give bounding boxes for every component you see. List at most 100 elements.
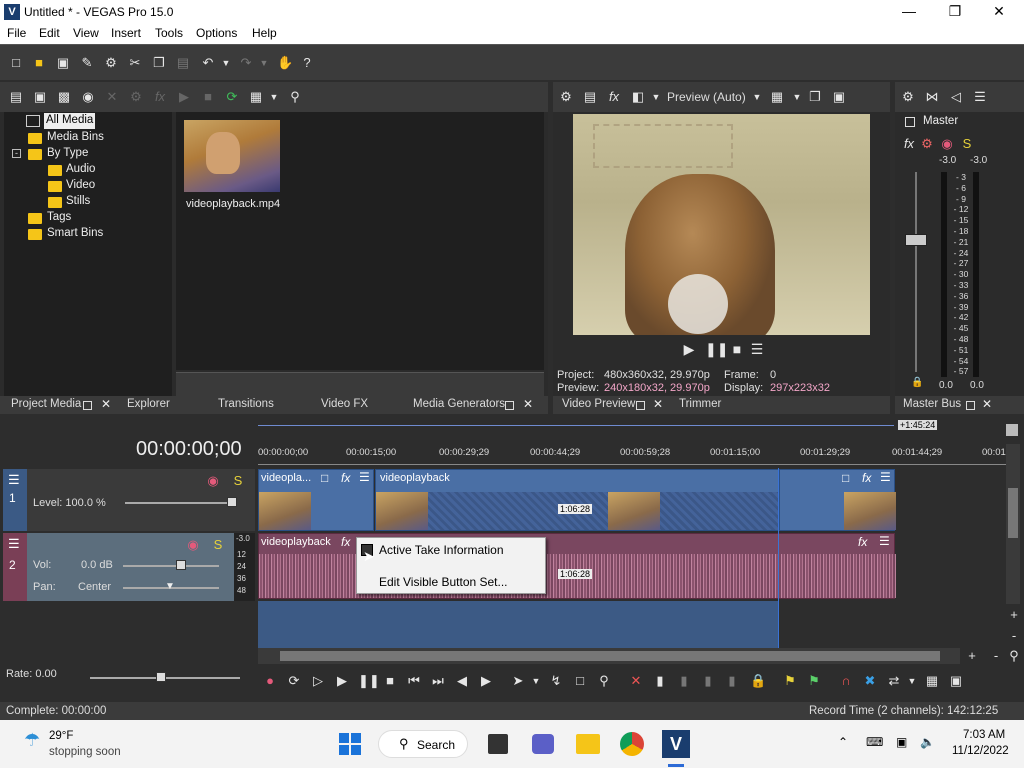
volume-icon[interactable]: 🔈 bbox=[920, 735, 935, 749]
undock-icon[interactable] bbox=[505, 401, 514, 410]
tree-item-tags[interactable]: Tags bbox=[47, 211, 71, 223]
solo-icon[interactable]: S bbox=[210, 537, 226, 553]
media-fx-icon[interactable]: fx bbox=[152, 89, 168, 105]
pause-icon[interactable]: ❚❚ bbox=[705, 341, 728, 357]
track-menu-icon[interactable]: ☰ bbox=[8, 536, 20, 552]
rate-slider-knob[interactable] bbox=[156, 672, 166, 682]
master-fx-chain-icon[interactable]: ⚙ bbox=[919, 136, 935, 152]
scroll-thumb[interactable] bbox=[280, 651, 940, 661]
menu-icon[interactable]: ☰ bbox=[749, 341, 765, 357]
go-to-end-icon[interactable]: ⏭ bbox=[430, 673, 446, 689]
play-icon[interactable]: ▶ bbox=[334, 673, 350, 689]
maximize-button[interactable]: ❐ bbox=[932, 0, 978, 24]
go-to-start-icon[interactable]: ⏮ bbox=[406, 673, 422, 689]
split-screen-icon[interactable]: ◧ bbox=[630, 89, 646, 105]
paste-icon[interactable]: ▤ bbox=[175, 55, 191, 71]
start-windows-icon[interactable] bbox=[339, 733, 361, 755]
time-ruler[interactable]: 00:00:00;00 00:00:15;00 00:00:29;29 00:0… bbox=[258, 444, 1008, 468]
tab-media-generators[interactable]: Media Generators bbox=[413, 398, 505, 410]
track-menu-icon[interactable]: ☰ bbox=[8, 472, 20, 488]
mute-icon[interactable]: ◉ bbox=[185, 537, 201, 553]
marker-icon[interactable] bbox=[1006, 424, 1018, 436]
tree-item-by-type[interactable]: By Type bbox=[47, 147, 88, 159]
pan-slider-knob[interactable]: ▼ bbox=[165, 581, 175, 592]
close-tab-icon[interactable]: ✕ bbox=[523, 397, 533, 411]
save-snapshot-icon[interactable]: ▣ bbox=[831, 89, 847, 105]
edit-tool-dropdown-icon[interactable]: ▼ bbox=[528, 673, 544, 689]
task-view-icon[interactable] bbox=[488, 734, 508, 754]
chrome-icon[interactable] bbox=[620, 732, 644, 756]
fader-lock-icon[interactable]: 🔒 bbox=[911, 377, 923, 388]
tree-item-media-bins[interactable]: Media Bins bbox=[47, 131, 104, 143]
media-list-scrollbar[interactable] bbox=[176, 372, 544, 396]
mute-icon[interactable]: ◉ bbox=[205, 473, 221, 489]
stop-preview-icon[interactable]: ■ bbox=[200, 89, 216, 105]
tab-master-bus[interactable]: Master Bus bbox=[903, 398, 961, 410]
master-properties-gear-icon[interactable]: ⚙ bbox=[900, 89, 916, 105]
master-fader-track[interactable] bbox=[915, 172, 917, 372]
new-project-icon[interactable]: □ bbox=[8, 55, 24, 71]
properties-gear-icon[interactable]: ⚙ bbox=[103, 55, 119, 71]
network-icon[interactable]: ▣ bbox=[896, 735, 907, 749]
copy-snapshot-icon[interactable]: ❐ bbox=[807, 89, 823, 105]
weather-text[interactable]: stopping soon bbox=[49, 746, 121, 758]
close-button[interactable]: ✕ bbox=[976, 0, 1022, 24]
clip-menu-icon[interactable]: ☰ bbox=[880, 470, 891, 484]
split-icon[interactable]: ▮ bbox=[724, 673, 740, 689]
redo-icon[interactable]: ↷ bbox=[238, 55, 254, 71]
search-media-icon[interactable]: ⚲ bbox=[287, 89, 303, 105]
vegas-taskbar-icon[interactable]: V bbox=[662, 730, 690, 758]
save-as-icon[interactable]: ✎ bbox=[79, 55, 95, 71]
master-fx-icon[interactable]: fx bbox=[901, 136, 917, 152]
tree-item-video[interactable]: Video bbox=[66, 179, 95, 191]
close-tab-icon[interactable]: ✕ bbox=[653, 397, 663, 411]
auto-ripple-icon[interactable]: ⇄ bbox=[886, 673, 902, 689]
redo-dropdown-icon[interactable]: ▼ bbox=[256, 55, 272, 71]
menu-item-edit-visible-button-set[interactable]: Edit Visible Button Set... bbox=[379, 575, 508, 589]
menu-edit[interactable]: Edit bbox=[39, 26, 60, 40]
previous-frame-icon[interactable]: ◀ bbox=[454, 673, 470, 689]
normal-edit-tool-icon[interactable]: ➤ bbox=[510, 673, 526, 689]
web-media-icon[interactable]: ◉ bbox=[80, 89, 96, 105]
clock-date[interactable]: 11/12/2022 bbox=[952, 745, 1009, 757]
selection-tool-icon[interactable]: □ bbox=[572, 673, 588, 689]
undock-icon[interactable] bbox=[636, 401, 645, 410]
zoom-tool-icon[interactable]: ⚲ bbox=[1006, 648, 1022, 664]
remove-media-icon[interactable]: ✕ bbox=[104, 89, 120, 105]
zoom-out-horizontal-icon[interactable]: - bbox=[988, 648, 1004, 664]
pause-icon[interactable]: ❚❚ bbox=[358, 673, 380, 689]
envelope-tool-icon[interactable]: ↯ bbox=[548, 673, 564, 689]
tree-item-smart-bins[interactable]: Smart Bins bbox=[47, 227, 103, 239]
video-clip[interactable]: □ fx ☰ bbox=[779, 469, 896, 531]
tab-transitions[interactable]: Transitions bbox=[218, 398, 274, 410]
lock-icon[interactable]: 🔒 bbox=[750, 673, 766, 689]
menu-tools[interactable]: Tools bbox=[155, 26, 183, 40]
copy-icon[interactable]: ❐ bbox=[151, 55, 167, 71]
insert-region-icon[interactable]: ⚑ bbox=[806, 673, 822, 689]
clip-fx-icon[interactable]: fx bbox=[341, 535, 350, 549]
record-icon[interactable]: ● bbox=[262, 673, 278, 689]
tab-project-media[interactable]: Project Media bbox=[11, 398, 81, 410]
dim-output-icon[interactable]: ◁ bbox=[948, 89, 964, 105]
loop-playback-icon[interactable]: ⟳ bbox=[286, 673, 302, 689]
trim-start-icon[interactable]: ▮ bbox=[676, 673, 692, 689]
video-fx-icon[interactable]: fx bbox=[606, 89, 622, 105]
timeline-vertical-scrollbar[interactable] bbox=[1006, 444, 1020, 604]
tab-video-fx[interactable]: Video FX bbox=[321, 398, 368, 410]
play-icon[interactable]: ▶ bbox=[681, 341, 697, 357]
taskbar-search[interactable]: ⚲ Search bbox=[378, 730, 468, 758]
clip-fx-icon[interactable]: fx bbox=[341, 471, 350, 485]
collapse-toggle[interactable]: - bbox=[12, 149, 21, 158]
views-icon[interactable]: ▦ bbox=[248, 89, 264, 105]
trim-icon[interactable]: ▮ bbox=[652, 673, 668, 689]
close-tab-icon[interactable]: ✕ bbox=[982, 397, 992, 411]
snapping-magnet-icon[interactable]: ∩ bbox=[838, 673, 854, 689]
capture-video-icon[interactable]: ▣ bbox=[32, 89, 48, 105]
keyboard-icon[interactable]: ⌨ bbox=[866, 735, 883, 749]
clip-fx-icon[interactable]: fx bbox=[858, 535, 867, 549]
menu-insert[interactable]: Insert bbox=[111, 26, 141, 40]
solo-icon[interactable]: S bbox=[230, 473, 246, 489]
weather-icon[interactable]: ☂ bbox=[24, 730, 40, 751]
tree-item-stills[interactable]: Stills bbox=[66, 195, 90, 207]
tree-item-audio[interactable]: Audio bbox=[66, 163, 95, 175]
